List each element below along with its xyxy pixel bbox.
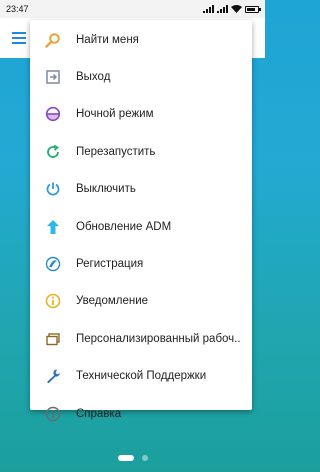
status-icons [203,5,261,13]
menu-item-label: Уведомление [76,295,149,308]
menu-item-label: Регистрация [76,258,144,271]
wifi-icon [231,5,242,13]
power-icon [44,180,62,198]
menu-item-label: Персонализированный рабоч.. [76,332,241,345]
signal-icon [203,5,214,13]
signal-icon-2 [217,5,228,13]
logout-icon [44,68,62,86]
menu-item-label: Выход [76,71,111,84]
menu-item-label: Найти меня [76,33,139,46]
menu-item-restart[interactable]: Перезапустить [30,132,252,169]
restart-icon [44,143,62,161]
night-mode-icon [44,105,62,123]
upload-icon [44,218,62,236]
menu-item-update-adm[interactable]: Обновление ADM [30,207,252,244]
menu-item-label: Обновление ADM [76,220,172,233]
menu-item-label: Справка [76,407,122,420]
page-indicator-dot[interactable] [141,455,148,461]
menu-item-tech-support[interactable]: Технической Поддержки [30,357,252,394]
menu-item-notification[interactable]: Уведомление [30,282,252,319]
menu-item-power-off[interactable]: Выключить [30,170,252,207]
menu-item-registration[interactable]: Регистрация [30,244,252,281]
status-bar: 23:47 [0,0,265,18]
workspace-icon [44,330,62,348]
menu-item-personal-workspace[interactable]: Персонализированный рабоч.. [30,319,252,356]
status-time: 23:47 [6,4,29,14]
search-icon [44,31,62,49]
menu-item-label: Ночной режим [76,108,154,121]
page-indicator [0,455,265,461]
menu-item-label: Выключить [76,183,136,196]
battery-icon [245,5,261,13]
menu-item-label: Перезапустить [76,145,156,158]
register-icon [44,255,62,273]
help-info-icon [44,405,62,423]
overflow-menu: Найти меня Выход Ночной режим Перезапуст… [30,20,252,421]
info-warning-icon [44,292,62,310]
menu-item-night-mode[interactable]: Ночной режим [30,95,252,132]
menu-item-find-me[interactable]: Найти меня [30,20,252,57]
page-indicator-active[interactable] [117,455,134,461]
menu-item-help[interactable]: Справка [30,394,252,431]
wrench-icon [44,367,62,385]
menu-item-logout[interactable]: Выход [30,57,252,94]
hamburger-menu-icon[interactable] [12,32,26,44]
menu-item-label: Технической Поддержки [76,370,207,383]
